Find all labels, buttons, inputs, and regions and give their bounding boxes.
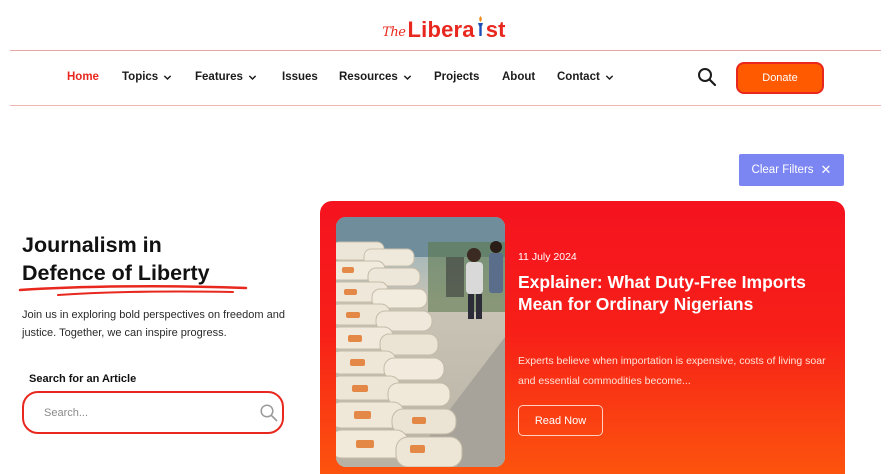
nav-label: Features [195, 71, 243, 83]
chevron-down-icon [403, 74, 411, 80]
featured-article-image[interactable] [336, 217, 505, 467]
nav-label: Topics [122, 71, 159, 83]
header-divider-top [10, 50, 881, 51]
clear-filters-button[interactable]: Clear Filters ✕ [739, 154, 844, 186]
article-search-input[interactable] [44, 403, 244, 423]
nav-item-topics[interactable]: Topics [122, 71, 172, 83]
nav-label: Contact [557, 71, 600, 83]
nav-item-issues[interactable]: Issues [282, 71, 318, 83]
article-title[interactable]: Explainer: What Duty-Free Imports Mean f… [518, 271, 818, 315]
hero-title-line1: Journalism in [22, 233, 162, 257]
nav-item-contact[interactable]: Contact [557, 71, 614, 83]
search-button[interactable] [696, 66, 718, 88]
nav-item-projects[interactable]: Projects [434, 71, 479, 83]
site-logo[interactable]: The Libera st [0, 15, 888, 45]
nav-item-features[interactable]: Features [195, 71, 257, 83]
chevron-down-icon [605, 74, 613, 80]
header-divider-bottom [10, 105, 881, 106]
donate-button[interactable]: Donate [736, 62, 824, 94]
rice-sacks-image [336, 217, 505, 467]
hero-description: Join us in exploring bold perspectives o… [22, 309, 285, 339]
hero-title-line2: Defence of Liberty [22, 261, 210, 285]
nav-item-about[interactable]: About [502, 71, 535, 83]
article-excerpt: Experts believe when importation is expe… [518, 355, 826, 387]
main-nav: Home Topics Features Issues Resources Pr… [0, 62, 888, 94]
nav-label: About [502, 71, 536, 83]
logo-prefix: The [382, 25, 406, 40]
read-now-button[interactable]: Read Now [518, 405, 603, 436]
nav-item-resources[interactable]: Resources [339, 71, 412, 83]
article-search-label: Search for an Article [29, 373, 137, 385]
article-date: 11 July 2024 [518, 251, 577, 263]
chevron-down-icon [164, 74, 172, 80]
article-search-box[interactable] [22, 391, 284, 434]
nav-label: Projects [434, 71, 480, 83]
logo-name: Libera st [407, 15, 506, 42]
nav-label: Resources [339, 71, 398, 83]
clear-filters-label: Clear Filters [751, 164, 814, 176]
close-icon: ✕ [820, 162, 832, 177]
chevron-down-icon [248, 74, 257, 80]
featured-article-card[interactable]: 11 July 2024 Explainer: What Duty-Free I… [320, 201, 845, 474]
nav-label: Issues [282, 71, 318, 83]
torch-icon [476, 15, 485, 37]
nav-item-home[interactable]: Home [67, 71, 99, 83]
search-icon [698, 68, 717, 87]
search-icon[interactable] [259, 403, 279, 423]
nav-label: Home [67, 71, 99, 83]
hero-title: Journalism in Defence of Liberty [22, 231, 210, 287]
title-underline-decoration [18, 285, 248, 296]
